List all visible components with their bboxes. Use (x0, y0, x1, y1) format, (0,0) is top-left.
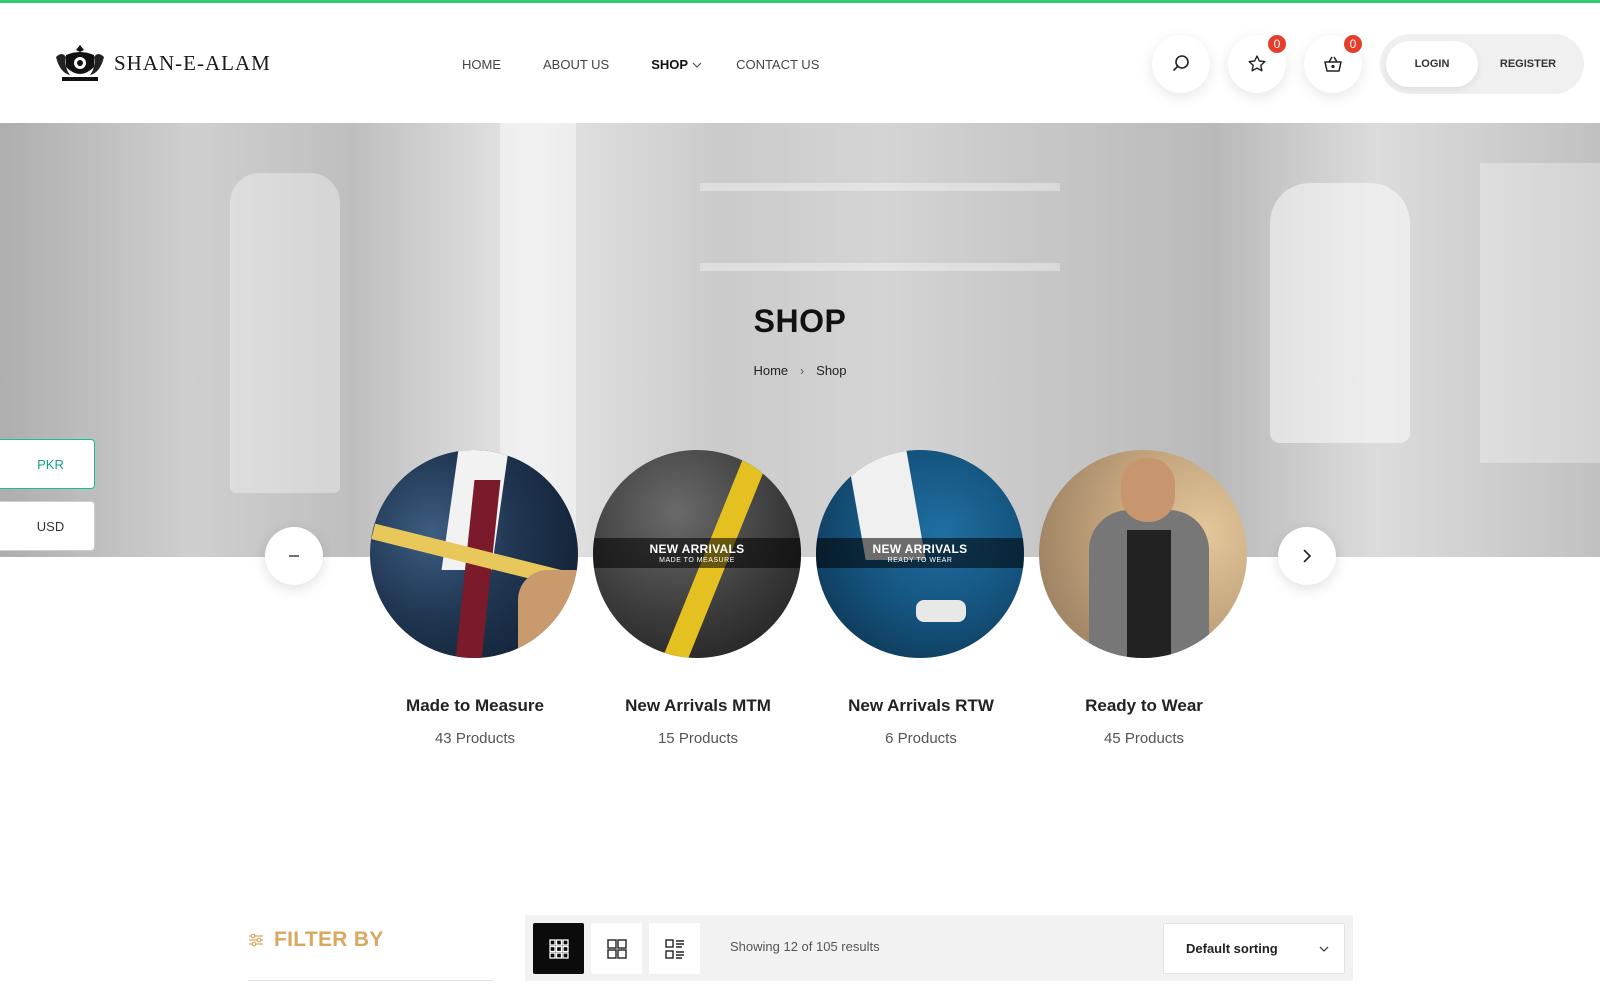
category-count: 45 Products (1103, 730, 1185, 747)
chevron-down-icon (692, 62, 702, 68)
nav-about-label: ABOUT US (543, 57, 610, 72)
category-card[interactable]: Made to Measure 43 Products (370, 450, 580, 747)
crest-icon (56, 45, 104, 81)
nav-shop-label: SHOP (651, 57, 689, 72)
category-card[interactable]: NEW ARRIVALS MADE TO MEASURE New Arrival… (593, 450, 803, 747)
auth-toggle: LOGIN REGISTER (1380, 34, 1584, 94)
caption-subtitle: READY TO WEAR (887, 557, 953, 564)
filter-by-label: FILTER BY (274, 928, 384, 951)
basket-icon (1324, 56, 1342, 72)
sliders-icon (249, 933, 263, 947)
category-image[interactable] (1039, 450, 1247, 658)
sort-select[interactable]: Default sorting (1163, 923, 1345, 974)
currency-option-usd[interactable]: USD (0, 501, 95, 551)
category-card[interactable]: NEW ARRIVALS READY TO WEAR New Arrivals … (816, 450, 1026, 747)
carousel-prev-button[interactable] (265, 527, 323, 585)
category-card[interactable]: Ready to Wear 45 Products (1039, 450, 1249, 747)
carousel-next-button[interactable] (1278, 527, 1336, 585)
nav-contact-label: CONTACT US (736, 57, 820, 72)
category-image[interactable] (370, 450, 578, 658)
breadcrumb: Home › Shop (0, 363, 1600, 378)
nav-contact-us[interactable]: CONTACT US (736, 57, 819, 72)
site-header: SHAN-E-ALAM HOME ABOUT US SHOP CONTACT U… (0, 3, 1600, 123)
search-icon (1172, 55, 1189, 72)
cart-count-badge: 0 (1342, 33, 1364, 55)
filter-divider (248, 980, 494, 981)
currency-option-pkr[interactable]: PKR (0, 439, 95, 489)
search-button[interactable] (1152, 35, 1210, 93)
list-icon (664, 938, 684, 959)
chevron-right-icon (1303, 549, 1312, 563)
grid-view-2-button[interactable] (591, 923, 642, 974)
nav-home-label: HOME (462, 57, 501, 72)
category-image[interactable]: NEW ARRIVALS MADE TO MEASURE (593, 450, 801, 658)
brand-logo[interactable]: SHAN-E-ALAM (52, 41, 271, 85)
breadcrumb-home[interactable]: Home (753, 363, 788, 378)
login-button[interactable]: LOGIN (1386, 41, 1478, 87)
wishlist-button[interactable]: 0 (1228, 33, 1288, 93)
star-icon (1248, 55, 1266, 72)
category-image-caption: NEW ARRIVALS MADE TO MEASURE (593, 538, 801, 568)
cart-button[interactable]: 0 (1304, 33, 1364, 93)
results-count: Showing 12 of 105 results (730, 939, 880, 954)
sort-selected-label: Default sorting (1186, 941, 1278, 956)
wishlist-count-badge: 0 (1266, 33, 1288, 55)
page-title: SHOP (753, 303, 847, 339)
register-button[interactable]: REGISTER (1478, 58, 1578, 70)
chevron-right-icon: › (800, 363, 805, 378)
nav-shop[interactable]: SHOP (651, 57, 702, 72)
caption-title: NEW ARRIVALS (872, 542, 968, 556)
breadcrumb-current: Shop (816, 363, 847, 378)
main-nav: HOME ABOUT US SHOP CONTACT US (462, 57, 861, 72)
nav-about-us[interactable]: ABOUT US (543, 57, 609, 72)
category-image[interactable]: NEW ARRIVALS READY TO WEAR (816, 450, 1024, 658)
grid-2x2-icon (606, 938, 627, 959)
brand-name: SHAN-E-ALAM (114, 50, 271, 75)
list-view-button[interactable] (649, 923, 700, 974)
chevron-down-icon (1319, 946, 1329, 952)
category-image-caption: NEW ARRIVALS READY TO WEAR (816, 538, 1024, 568)
grid-view-3-button[interactable] (533, 923, 584, 974)
caption-subtitle: MADE TO MEASURE (659, 557, 735, 564)
minus-icon (289, 555, 299, 557)
filter-by-toggle[interactable]: FILTER BY (248, 928, 384, 952)
shop-toolbar: Showing 12 of 105 results Default sortin… (525, 915, 1353, 981)
category-name[interactable]: Ready to Wear (999, 696, 1289, 716)
caption-title: NEW ARRIVALS (649, 542, 745, 556)
nav-home[interactable]: HOME (462, 57, 501, 72)
grid-3x3-icon (548, 938, 569, 959)
